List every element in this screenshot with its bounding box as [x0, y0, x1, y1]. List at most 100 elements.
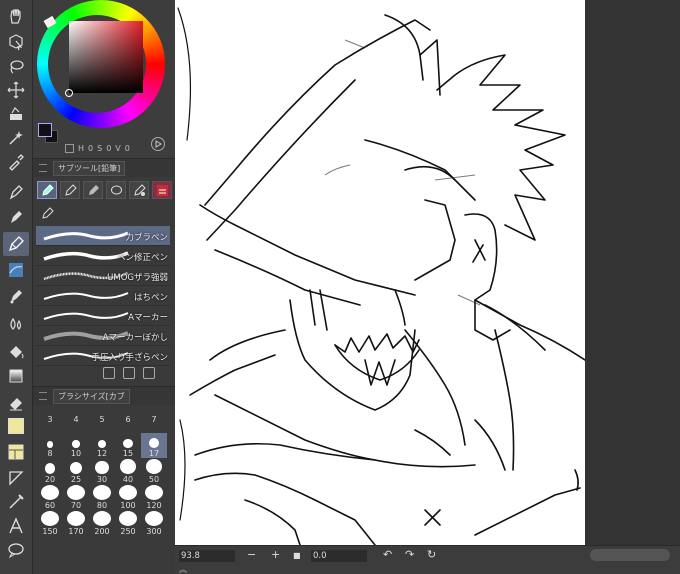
- hsv-mode-icon[interactable]: [65, 143, 74, 153]
- brush-item[interactable]: 手圧入り手ざらペン: [36, 346, 170, 366]
- brush-size-option[interactable]: 5: [89, 407, 115, 432]
- rotate-left-icon[interactable]: ↶: [383, 549, 392, 561]
- brush-size-dot: [149, 438, 159, 448]
- zoom-field[interactable]: 93.8: [179, 550, 235, 562]
- brush-size-option[interactable]: 150: [37, 511, 63, 536]
- fill-select-tool[interactable]: [3, 102, 29, 126]
- brush-size-option[interactable]: 12: [89, 433, 115, 458]
- trash-icon[interactable]: [143, 367, 155, 379]
- hand-tool[interactable]: [3, 4, 29, 28]
- drawing-canvas[interactable]: [175, 0, 585, 545]
- brush-tool[interactable]: [3, 284, 29, 308]
- subtool-blender-group[interactable]: [129, 181, 149, 199]
- brush-size-option[interactable]: 17: [141, 433, 167, 458]
- brush-item[interactable]: 力ブラペン: [36, 226, 170, 246]
- brush-size-option[interactable]: 15: [115, 433, 141, 458]
- brush-size-option[interactable]: 170: [63, 511, 89, 536]
- brush-size-option[interactable]: 250: [115, 511, 141, 536]
- import-icon[interactable]: [103, 367, 115, 379]
- rotate-right-icon[interactable]: ↷: [405, 549, 414, 561]
- v-value[interactable]: 0: [125, 144, 130, 153]
- pen-tool[interactable]: [3, 180, 29, 204]
- brush-size-option[interactable]: 7: [141, 407, 167, 432]
- brush-size-option[interactable]: 200: [89, 511, 115, 536]
- subtool-pen-group[interactable]: [60, 181, 80, 199]
- brush-size-option[interactable]: 60: [37, 485, 63, 510]
- move-arrows-icon: [7, 81, 25, 99]
- zoom-in-button[interactable]: +: [271, 549, 280, 561]
- balloon-tool[interactable]: [3, 538, 29, 562]
- move-tool[interactable]: [3, 78, 29, 102]
- gradient-icon: [9, 369, 23, 383]
- brush-size-option[interactable]: 4: [63, 407, 89, 432]
- gradient-tool[interactable]: [3, 364, 29, 388]
- pencil-tool[interactable]: [3, 232, 29, 256]
- marker-tool[interactable]: [3, 205, 29, 229]
- sv-marker[interactable]: [65, 89, 73, 97]
- brush-size-option[interactable]: 50: [141, 459, 167, 484]
- lasso-tool[interactable]: [3, 54, 29, 78]
- panel-grip-icon[interactable]: [39, 392, 47, 400]
- brush-size-label: 30: [96, 475, 108, 484]
- pen-nib-icon: [9, 185, 23, 200]
- brush-size-option[interactable]: 100: [115, 485, 141, 510]
- brush-size-option[interactable]: 10: [63, 433, 89, 458]
- brush-item[interactable]: UMOGザラ強弱: [36, 266, 170, 286]
- magic-wand-tool[interactable]: [3, 126, 29, 150]
- brush-size-label: 8: [47, 449, 53, 458]
- s-value[interactable]: 0: [106, 144, 111, 153]
- subtool-pastel-group[interactable]: [83, 181, 103, 199]
- brush-size-dot: [145, 459, 163, 474]
- lasso-icon: [10, 60, 24, 74]
- subtool-custom-group[interactable]: [152, 181, 172, 199]
- brush-name: 手圧入り手ざらペン: [91, 353, 168, 363]
- brush-size-option[interactable]: 120: [141, 485, 167, 510]
- brush-item[interactable]: Aマーカーぼかし: [36, 326, 170, 346]
- zoom-out-button[interactable]: −: [247, 549, 256, 561]
- brush-size-option[interactable]: 20: [37, 459, 63, 484]
- brush-size-label: 200: [94, 527, 110, 536]
- h-value[interactable]: 0: [88, 144, 93, 153]
- brush-size-option[interactable]: 8: [37, 433, 63, 458]
- brush-size-option[interactable]: 6: [115, 407, 141, 432]
- horizontal-scrollbar[interactable]: [590, 549, 670, 561]
- brush-item[interactable]: はちペン: [36, 286, 170, 306]
- object-tool[interactable]: [3, 30, 29, 54]
- brush-size-option[interactable]: 30: [89, 459, 115, 484]
- brush-size-option[interactable]: 300: [141, 511, 167, 536]
- subtool-pencil-group[interactable]: [37, 181, 57, 199]
- duplicate-icon[interactable]: [123, 367, 135, 379]
- text-tool[interactable]: [3, 514, 29, 538]
- main-color-swatch[interactable]: [38, 123, 52, 137]
- brush-size-option[interactable]: 80: [89, 485, 115, 510]
- brush-size-label: 5: [99, 415, 105, 424]
- eraser-tool[interactable]: [3, 390, 29, 414]
- ruler-tool[interactable]: [3, 466, 29, 490]
- panel-grip-icon[interactable]: [39, 164, 47, 172]
- saturation-value-square[interactable]: [69, 21, 143, 93]
- subtool-balloon-group[interactable]: [106, 181, 126, 199]
- brush-size-option[interactable]: 25: [63, 459, 89, 484]
- frame-border-tool[interactable]: [3, 414, 29, 438]
- collapse-chevron-icon[interactable]: ︽: [179, 564, 187, 574]
- brush-size-option[interactable]: 70: [63, 485, 89, 510]
- rotation-field[interactable]: 0.0: [311, 550, 367, 562]
- correct-line-tool[interactable]: [3, 490, 29, 514]
- texture-brush-tool[interactable]: [3, 258, 29, 282]
- subtool-tab[interactable]: サブツール[鉛筆]: [53, 160, 126, 176]
- fit-square-icon[interactable]: ■: [293, 550, 301, 562]
- subtool-extra-group[interactable]: [37, 204, 57, 222]
- brush-size-option[interactable]: 40: [115, 459, 141, 484]
- eyedropper-tool[interactable]: [3, 150, 29, 174]
- color-play-icon[interactable]: [151, 137, 165, 151]
- balloon-frame-tool[interactable]: [3, 440, 29, 464]
- blend-tool[interactable]: [3, 312, 29, 336]
- brush-size-tab[interactable]: ブラシサイズ[カブ: [53, 388, 130, 404]
- h-label: H: [78, 143, 85, 153]
- fill-tool[interactable]: [3, 340, 29, 364]
- brush-item[interactable]: ペン修正ペン: [36, 246, 170, 266]
- brush-size-label: 25: [70, 475, 82, 484]
- reset-rotation-icon[interactable]: ↻: [427, 549, 436, 561]
- brush-size-option[interactable]: 3: [37, 407, 63, 432]
- brush-item[interactable]: Aマーカー: [36, 306, 170, 326]
